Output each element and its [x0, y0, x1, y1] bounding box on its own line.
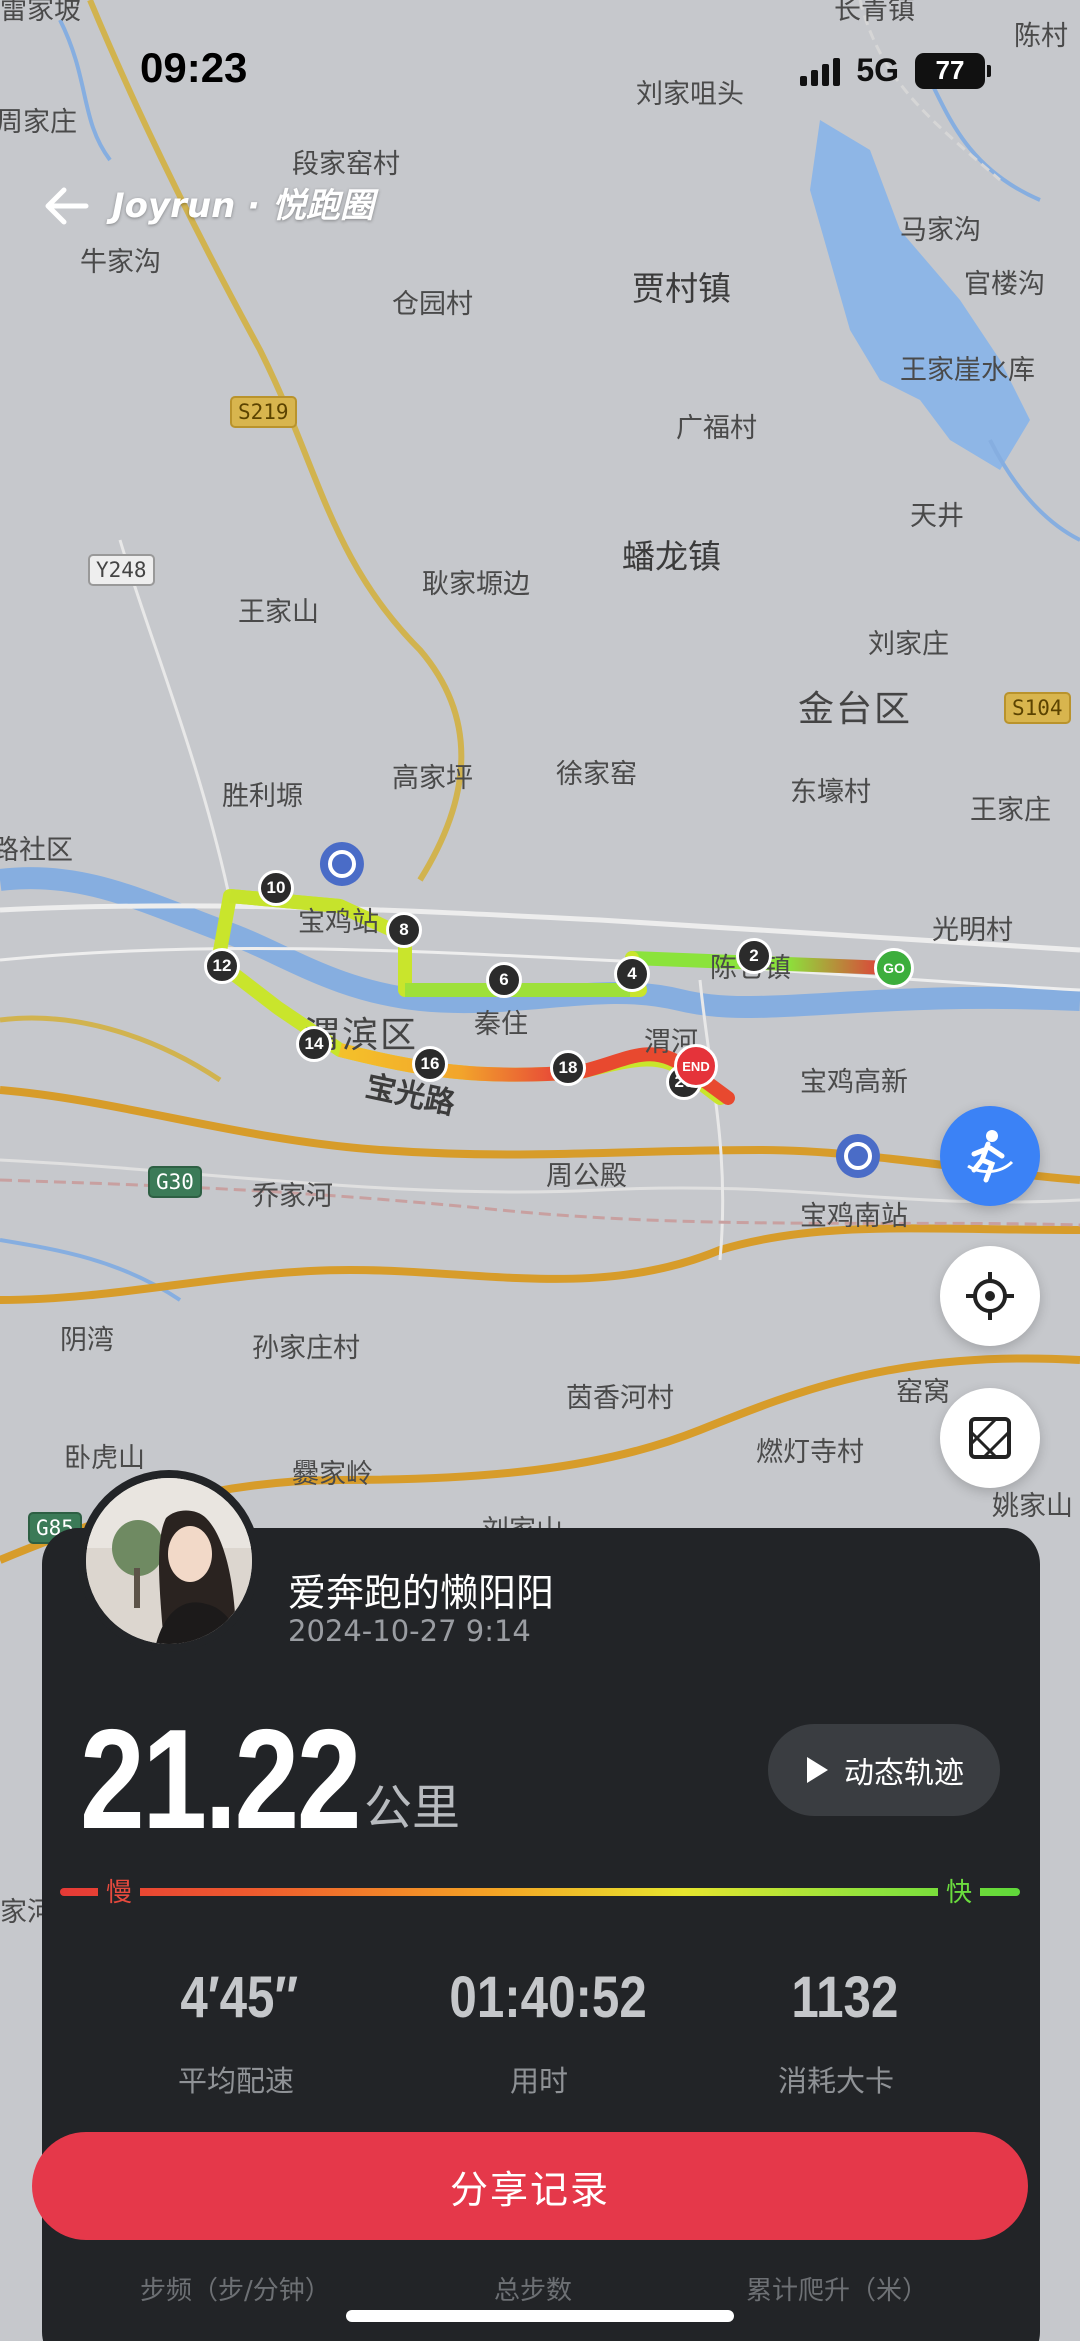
km-marker-12[interactable]: 12: [204, 948, 240, 984]
map-label: 卧虎山: [64, 1443, 145, 1474]
map-style-button[interactable]: [940, 1388, 1040, 1488]
map-label: 天井: [910, 501, 964, 532]
status-time: 09:23: [140, 44, 248, 91]
km-marker-4[interactable]: 4: [614, 956, 650, 992]
map-label: 东壕村: [790, 777, 871, 808]
home-indicator[interactable]: [346, 2310, 734, 2322]
map-label: 宝鸡站: [298, 907, 379, 938]
map-label: 胜利塬: [222, 781, 303, 812]
map-label: 马家沟: [900, 215, 981, 246]
distance-unit: 公里: [364, 1780, 461, 1836]
map-label: 周家庄: [0, 107, 77, 138]
map-label: 高家坪: [392, 763, 473, 794]
calories-label: 消耗大卡: [778, 2064, 895, 2098]
map-label: 长青镇: [834, 0, 915, 26]
road-shield: S104: [1004, 692, 1071, 724]
run-date: 2024-10-27 9:14: [288, 1614, 531, 1648]
km-marker-10[interactable]: 10: [258, 870, 294, 906]
map-label: 陈村: [1014, 21, 1068, 52]
duration-label: 用时: [510, 2064, 569, 2098]
map-label: 茵香河村: [566, 1383, 674, 1414]
back-button[interactable]: [38, 178, 94, 234]
map-label: 爨家岭: [292, 1459, 373, 1490]
end-marker[interactable]: END: [674, 1044, 718, 1088]
user-avatar[interactable]: [78, 1470, 260, 1652]
map-label: 徐家窑: [556, 759, 637, 790]
map-label: 贾村镇: [632, 269, 731, 308]
road-shield: G30: [148, 1166, 202, 1198]
app-screen: { "status": { "time": "09:23", "network"…: [0, 0, 1080, 2341]
station-marker-baoji-south: [835, 1134, 880, 1178]
map-label: 雷家坡: [0, 0, 81, 26]
network-type: 5G: [856, 52, 899, 88]
locate-button[interactable]: [940, 1246, 1040, 1346]
pace-slow-label: 慢: [98, 1872, 141, 1909]
map-label: 王家崖水库: [900, 355, 1035, 386]
signal-icon: [800, 56, 841, 86]
distance-value: 21.22: [80, 1700, 362, 1859]
calories-value: 1132: [791, 1965, 899, 2030]
pace-gradient-bar: [60, 1888, 1020, 1896]
km-marker-2[interactable]: 2: [736, 938, 772, 974]
map-label: 金台区: [798, 689, 913, 730]
map-label: 刘家庄: [868, 629, 949, 660]
road-shield: Y248: [88, 554, 155, 586]
runner-icon: [967, 1130, 1014, 1183]
start-marker[interactable]: GO: [874, 948, 914, 988]
map-label: 段家窑村: [292, 149, 400, 180]
map-label: 耿家塬边: [422, 569, 530, 600]
map-label: 孙家庄村: [252, 1333, 360, 1364]
station-marker-baoji: [319, 842, 364, 886]
duration-value: 01:40:52: [449, 1965, 647, 2030]
pace-fast-label: 快: [938, 1872, 981, 1909]
map-label: 广福村: [676, 413, 757, 444]
map-label: 光明村: [932, 915, 1013, 946]
km-marker-16[interactable]: 16: [412, 1046, 448, 1082]
total-steps-label: 总步数: [494, 2276, 573, 2306]
map-label: 宝鸡南站: [800, 1201, 908, 1232]
map-label: 燃灯寺村: [756, 1437, 864, 1468]
km-marker-18[interactable]: 18: [550, 1050, 586, 1086]
battery-level: 77: [935, 55, 965, 85]
map-label: 路社区: [0, 835, 73, 866]
map-label: 王家庄: [970, 795, 1051, 826]
map-label: 仓园村: [392, 289, 473, 320]
map-label: 刘家咀头: [636, 79, 744, 110]
share-record-button[interactable]: 分享记录: [32, 2132, 1028, 2240]
brand-logo: Joyrun · 悦跑圈: [112, 186, 374, 226]
km-marker-6[interactable]: 6: [486, 962, 522, 998]
map-label: 姚家山: [992, 1491, 1073, 1522]
crosshair-icon: [966, 1272, 1014, 1320]
dynamic-track-button[interactable]: 动态轨迹: [768, 1724, 1000, 1816]
map-label: 蟠龙镇: [622, 537, 721, 576]
map-label: 宝鸡高新: [800, 1067, 908, 1098]
map-label: 窑窝: [896, 1377, 950, 1408]
avg-pace-label: 平均配速: [178, 2064, 295, 2098]
km-marker-8[interactable]: 8: [386, 912, 422, 948]
map-layer-icon: [969, 1417, 1011, 1459]
map-label: 官楼沟: [964, 269, 1045, 300]
map-label: 阴湾: [60, 1325, 114, 1356]
username: 爱奔跑的懒阳阳: [288, 1571, 555, 1615]
play-icon: [807, 1757, 828, 1783]
avg-pace-value: 4′45″: [180, 1965, 299, 2030]
map-label: 牛家沟: [80, 247, 161, 278]
km-marker-14[interactable]: 14: [296, 1026, 332, 1062]
map-label: 周公殿: [546, 1161, 627, 1192]
battery-icon: 77: [915, 52, 991, 89]
avatar-image: [86, 1478, 252, 1644]
map-label: 王家山: [238, 597, 319, 628]
status-indicators: 5G 77: [800, 52, 991, 89]
road-shield: S219: [230, 396, 297, 428]
back-arrow-icon: [45, 187, 89, 225]
runner-mode-button[interactable]: [940, 1106, 1040, 1206]
dynamic-track-label: 动态轨迹: [844, 1756, 964, 1791]
map-label: 秦住: [474, 1009, 528, 1040]
map-label: 乔家河: [252, 1181, 333, 1212]
cadence-label: 步频（步/分钟）: [140, 2276, 331, 2306]
elevation-label: 累计爬升（米）: [746, 2276, 929, 2306]
